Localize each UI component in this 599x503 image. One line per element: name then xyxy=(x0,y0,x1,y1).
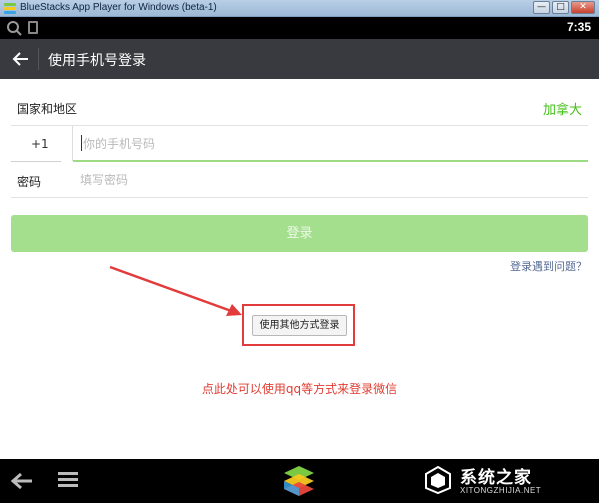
close-button[interactable]: ✕ xyxy=(571,1,595,14)
screen: BlueStacks App Player for Windows (beta-… xyxy=(0,0,599,503)
password-row: 密码 xyxy=(11,162,588,198)
sd-card-icon xyxy=(28,21,38,34)
country-region-value[interactable]: 加拿大 xyxy=(543,99,582,118)
watermark: 系统之家 XITONGZHIJIA.NET xyxy=(420,459,599,503)
app-bar-divider xyxy=(38,48,39,70)
page-title: 使用手机号登录 xyxy=(48,53,146,69)
watermark-logo-icon xyxy=(425,465,451,495)
window-title-bar: BlueStacks App Player for Windows (beta-… xyxy=(0,0,599,17)
status-time: 7:35 xyxy=(566,20,591,34)
back-arrow-icon[interactable] xyxy=(12,50,30,68)
phone-row: +1 xyxy=(11,126,588,162)
watermark-text: 系统之家 xyxy=(460,468,532,488)
menu-icon[interactable] xyxy=(58,472,78,488)
restore-button[interactable]: □ xyxy=(552,1,569,14)
country-region-row[interactable]: 国家和地区 加拿大 xyxy=(11,90,588,126)
window-title: BlueStacks App Player for Windows (beta-… xyxy=(20,2,217,13)
navigation-bar: 系统之家 XITONGZHIJIA.NET xyxy=(0,459,599,503)
password-label: 密码 xyxy=(17,175,42,189)
login-problem-link[interactable]: 登录遇到问题？ xyxy=(510,258,587,274)
other-login-method-button[interactable]: 使用其他方式登录 xyxy=(252,315,347,336)
watermark-url: XITONGZHIJIA.NET xyxy=(460,486,542,495)
login-button[interactable]: 登录 xyxy=(11,215,588,252)
country-region-label: 国家和地区 xyxy=(17,102,78,116)
bluestacks-app-icon xyxy=(4,3,16,14)
annotation-arrow-icon xyxy=(109,265,242,316)
window-controls: — □ ✕ xyxy=(533,1,595,14)
status-bar: 7:35 xyxy=(0,17,599,39)
back-icon[interactable] xyxy=(10,471,34,491)
bluestacks-logo-icon[interactable] xyxy=(282,464,316,498)
phone-number-input[interactable] xyxy=(83,132,583,156)
annotation-text: 点此处可以使用qq等方式来登录微信 xyxy=(201,382,398,396)
text-cursor xyxy=(81,135,82,151)
password-input[interactable] xyxy=(80,168,580,192)
phone-divider xyxy=(72,126,73,161)
app-bar: 使用手机号登录 xyxy=(0,39,599,79)
minimize-button[interactable]: — xyxy=(533,1,550,14)
search-icon xyxy=(7,21,22,36)
country-code[interactable]: +1 xyxy=(31,137,49,151)
